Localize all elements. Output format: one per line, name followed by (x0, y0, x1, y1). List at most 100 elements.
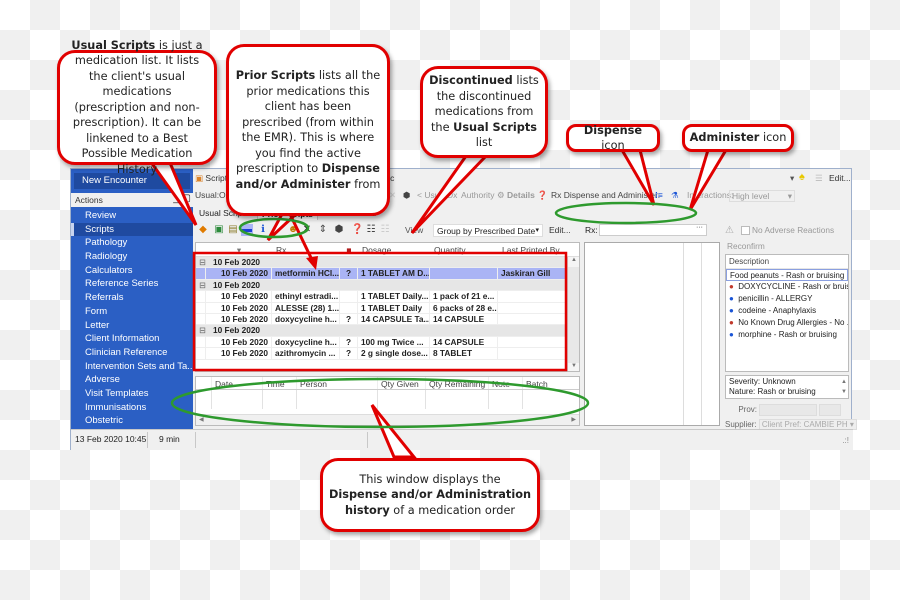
list-icon[interactable]: ☰ (815, 173, 823, 184)
adverse-item[interactable]: ● morphine - Rash or bruising (726, 329, 848, 341)
adverse-list: Description Food peanuts - Rash or bruis… (725, 254, 849, 372)
scroll-right-icon[interactable]: ▶ (571, 416, 576, 423)
sidebar-item-immunisations[interactable]: Immunisations (71, 401, 193, 415)
delete-icon[interactable]: ✕ (389, 190, 396, 201)
table-row[interactable]: 10 Feb 2020 doxycycline h...? 100 mg Twice… (196, 336, 579, 349)
monitor-icon[interactable]: ▬ (241, 224, 253, 236)
info-icon[interactable]: ℹ (257, 224, 269, 236)
sidebar-item-form[interactable]: Form (71, 305, 193, 319)
collapse-icon[interactable]: ⊟ (196, 325, 210, 335)
minimize-restore-icon[interactable]: _ ▢ (173, 193, 191, 204)
sidebar-item-visit-templates[interactable]: Visit Templates (71, 387, 193, 401)
scroll-left-icon[interactable]: ◀ (199, 416, 204, 423)
group-row[interactable]: ⊟ 10 Feb 2020 (196, 279, 579, 292)
table-row[interactable]: 10 Feb 2020 ALESSE (28) 1... 1 TABLET Dail… (196, 302, 579, 314)
view-label: View (405, 225, 424, 235)
no-adverse-reactions-checkbox[interactable]: No Adverse Reactions (741, 225, 834, 236)
supplier-row: Supplier: Client Pref: CAMBIE PH ▾ (725, 419, 857, 430)
checklist-disabled-icon[interactable]: ☷ (379, 224, 391, 236)
prov-extra-field[interactable] (819, 404, 842, 416)
bell-icon[interactable]: ♠ (799, 171, 805, 183)
edit-button[interactable]: Edit... (829, 173, 851, 183)
callout-dispense-icon: Dispense icon (566, 124, 660, 152)
allergy-drop-icon: ● (729, 330, 734, 339)
cell-dosage: 14 CAPSULE Ta... (358, 313, 430, 325)
warning-icon[interactable]: ⚠ (725, 225, 734, 236)
history-header-date[interactable]: Date (212, 377, 263, 389)
cancel-icon[interactable]: ✕ (301, 224, 313, 236)
details-button[interactable]: ⚙ Details (497, 190, 535, 201)
grid-header-dosage[interactable]: Dosage (358, 243, 430, 256)
swap-icon[interactable]: ⇕ (317, 224, 329, 236)
view-edit-button[interactable]: Edit... (549, 225, 571, 235)
dispense-icon[interactable]: ⁞≡ (655, 190, 663, 200)
table-row[interactable]: 10 Feb 2020 ethinyl estradi... 1 TABLET Da… (196, 291, 579, 303)
new-script-icon[interactable]: ◆ (197, 224, 209, 236)
sidebar-item-clinician-reference[interactable]: Clinician Reference (71, 346, 193, 360)
sidebar-item-referrals[interactable]: Referrals (71, 291, 193, 305)
sidebar-item-reference-series[interactable]: Reference Series (71, 277, 193, 291)
collapse-icon[interactable]: ⊟ (196, 257, 210, 267)
cell-quantity: 6 packs of 28 e... (430, 302, 498, 313)
rx-input[interactable]: ··· (599, 224, 707, 236)
authority-button[interactable]: Authority (461, 190, 495, 200)
document-icon[interactable]: ▤ (227, 224, 239, 236)
cell-rx: doxycycline h... (272, 313, 340, 325)
history-header-note[interactable]: Note (489, 377, 523, 389)
history-header-time[interactable]: Time (263, 377, 297, 389)
sidebar-item-calculators[interactable]: Calculators (71, 264, 193, 278)
adverse-item[interactable]: ● No Known Drug Allergies - No ... (726, 317, 848, 329)
adverse-item[interactable]: ● penicillin - ALLERGY (726, 293, 848, 305)
history-header-batch[interactable]: Batch (523, 377, 567, 389)
grid-header-quantity[interactable]: Quantity (430, 243, 498, 256)
interactions-select[interactable]: High level ▾ (729, 190, 795, 202)
grid-header-rx[interactable]: Rx (272, 243, 340, 256)
sidebar-item-client-information[interactable]: Client Information (71, 332, 193, 346)
info-disabled-icon[interactable]: ℹ (271, 224, 283, 236)
help-icon[interactable]: ❓ (351, 224, 363, 236)
help-icon[interactable]: ❓ (537, 190, 548, 201)
history-header-qty-given[interactable]: Qty Given (378, 377, 426, 389)
scroll-down-icon[interactable]: ▼ (568, 363, 579, 371)
adverse-item[interactable]: Food peanuts - Rash or bruising (726, 269, 848, 281)
history-header-qty-remaining[interactable]: Qty Remaining (426, 377, 489, 389)
sidebar-item-radiology[interactable]: Radiology (71, 250, 193, 264)
dropdown-arrow-icon[interactable]: ▾ (790, 173, 794, 184)
sidebar-item-letter[interactable]: Letter (71, 319, 193, 333)
history-horizontal-scrollbar[interactable]: ◀ ▶ (196, 414, 579, 425)
preview-icon[interactable]: ▣ (213, 224, 225, 236)
package-icon[interactable]: ⬢ (333, 224, 345, 236)
table-row[interactable]: 10 Feb 2020 doxycycline h...? 14 CAPSULE T… (196, 313, 579, 326)
usual-link[interactable]: < Usual (417, 190, 446, 200)
ellipsis-icon[interactable]: ··· (696, 224, 703, 231)
grid-vertical-scrollbar[interactable]: ▲ ▼ (567, 257, 579, 371)
view-select[interactable]: Group by Prescribed Date ▾ (433, 224, 543, 237)
resize-grip-icon[interactable]: .:! (842, 436, 849, 445)
prov-select[interactable] (759, 404, 818, 416)
history-header-person[interactable]: Person (297, 377, 378, 389)
reconfirm-label[interactable]: Reconfirm (727, 241, 765, 251)
group-row[interactable]: ⊟ 10 Feb 2020 (196, 325, 579, 337)
severity-scroll[interactable]: ▲ ▼ (841, 377, 847, 397)
sidebar-item-pathology[interactable]: Pathology (71, 236, 193, 250)
dx-button[interactable]: Dx (447, 190, 457, 200)
grid-header-last-printed-by[interactable]: Last Printed By (498, 243, 568, 256)
sidebar-item-review[interactable]: Review (71, 209, 193, 223)
package-icon[interactable]: ⬢ (403, 190, 410, 201)
sidebar-item-scripts[interactable]: Scripts (71, 222, 193, 237)
group-row[interactable]: ⊟ 10 Feb 2020 (196, 257, 579, 269)
checklist-icon[interactable]: ☷ (365, 224, 377, 236)
adverse-item[interactable]: ● DOXYCYCLINE - Rash or bruis... (726, 281, 848, 293)
sidebar-item-obstetric[interactable]: Obstetric (71, 414, 193, 428)
adverse-item[interactable]: ● codeine - Anaphylaxis (726, 305, 848, 317)
collapse-icon[interactable]: ⊟ (196, 280, 210, 290)
sidebar-item-adverse[interactable]: Adverse (71, 373, 193, 387)
administer-icon[interactable]: ⚗ (671, 190, 679, 201)
person-help-icon[interactable]: ☻ (287, 224, 299, 236)
scroll-up-icon[interactable]: ▲ (568, 257, 579, 267)
table-row[interactable]: 10 Feb 2020 azithromycin ...? 2 g single d… (196, 348, 579, 360)
table-row[interactable]: 10 Feb 2020 metformin HCl...? 1 TABLET AM … (196, 268, 579, 280)
sort-icon[interactable]: ▾ (206, 243, 272, 256)
sidebar-item-intervention-sets[interactable]: Intervention Sets and Ta... (71, 360, 193, 374)
flag-column-icon[interactable]: ■ (340, 243, 358, 256)
